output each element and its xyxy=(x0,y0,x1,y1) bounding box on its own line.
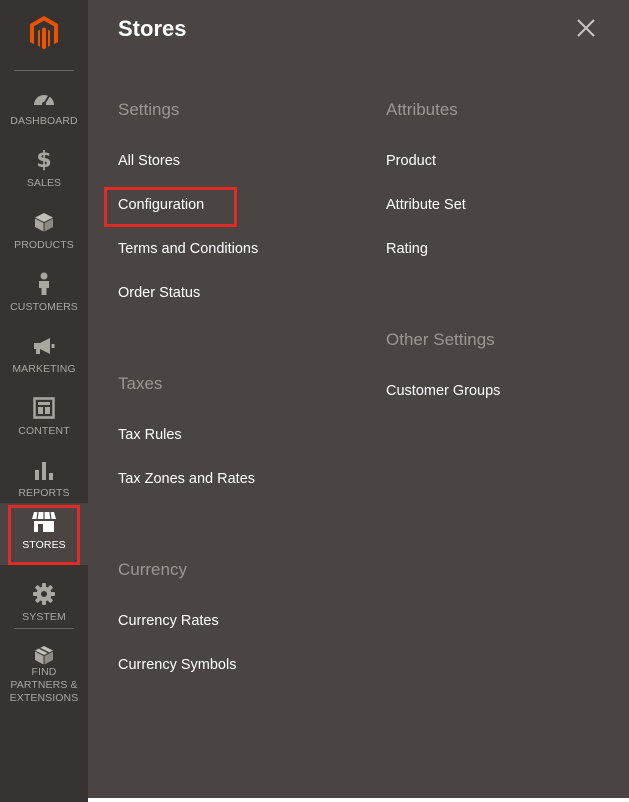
nav-item-label: SYSTEM xyxy=(22,611,66,623)
menu-link-rating[interactable]: Rating xyxy=(386,241,428,257)
nav-item-label: PRODUCTS xyxy=(14,239,74,251)
section-title-taxes: Taxes xyxy=(118,374,163,393)
menu-link-attribute-set[interactable]: Attribute Set xyxy=(386,197,466,213)
storefront-icon xyxy=(0,509,88,535)
nav-item-label: DASHBOARD xyxy=(10,115,78,127)
nav-item-dashboard[interactable]: DASHBOARD xyxy=(0,79,88,141)
section-title-attributes: Attributes xyxy=(386,100,458,119)
nav-item-label: MARKETING xyxy=(12,363,76,375)
menu-link-customer-groups[interactable]: Customer Groups xyxy=(386,383,500,399)
section-title-other-settings: Other Settings xyxy=(386,330,495,349)
gear-icon xyxy=(0,581,88,607)
cube-icon xyxy=(0,209,88,235)
person-icon xyxy=(0,271,88,297)
close-icon xyxy=(577,19,595,37)
bar-chart-icon xyxy=(0,457,88,483)
nav-item-label: CUSTOMERS xyxy=(10,301,78,313)
nav-item-label: FIND PARTNERS & EXTENSIONS xyxy=(9,666,79,704)
menu-link-configuration[interactable]: Configuration xyxy=(118,197,204,213)
nav-divider xyxy=(14,70,74,71)
stores-menu-panel: Stores Settings All Stores Configuration… xyxy=(88,0,629,798)
close-button[interactable] xyxy=(574,16,598,40)
menu-link-tax-zones-and-rates[interactable]: Tax Zones and Rates xyxy=(118,471,255,487)
menu-link-all-stores[interactable]: All Stores xyxy=(118,153,180,169)
nav-item-find-partners[interactable]: FIND PARTNERS & EXTENSIONS xyxy=(0,636,88,706)
magento-logo[interactable] xyxy=(0,0,88,66)
menu-link-product[interactable]: Product xyxy=(386,153,436,169)
nav-item-content[interactable]: CONTENT xyxy=(0,389,88,451)
magento-logo-icon xyxy=(30,16,58,50)
menu-link-currency-rates[interactable]: Currency Rates xyxy=(118,613,219,629)
nav-item-marketing[interactable]: MARKETING xyxy=(0,327,88,389)
nav-item-stores[interactable]: STORES xyxy=(0,503,88,565)
nav-item-products[interactable]: PRODUCTS xyxy=(0,203,88,265)
menu-link-tax-rules[interactable]: Tax Rules xyxy=(118,427,182,443)
nav-item-sales[interactable]: $ SALES xyxy=(0,141,88,203)
nav-item-label: STORES xyxy=(22,539,66,551)
admin-sidebar: DASHBOARD $ SALES PRODUCTS CUSTOMERS MAR… xyxy=(0,0,88,802)
nav-item-label: CONTENT xyxy=(18,425,70,437)
section-title-currency: Currency xyxy=(118,560,187,579)
menu-link-order-status[interactable]: Order Status xyxy=(118,285,200,301)
dollar-icon: $ xyxy=(36,147,52,173)
nav-item-label: REPORTS xyxy=(18,487,70,499)
megaphone-icon xyxy=(0,333,88,359)
nav-item-label: SALES xyxy=(26,177,62,189)
section-title-settings: Settings xyxy=(118,100,180,119)
nav-divider xyxy=(14,628,74,629)
box-icon xyxy=(0,642,88,668)
nav-item-customers[interactable]: CUSTOMERS xyxy=(0,265,88,327)
menu-link-currency-symbols[interactable]: Currency Symbols xyxy=(118,657,236,673)
menu-link-terms-and-conditions[interactable]: Terms and Conditions xyxy=(118,241,258,257)
panel-title: Stores xyxy=(118,16,187,41)
dashboard-icon xyxy=(0,85,88,111)
layout-icon xyxy=(0,395,88,421)
